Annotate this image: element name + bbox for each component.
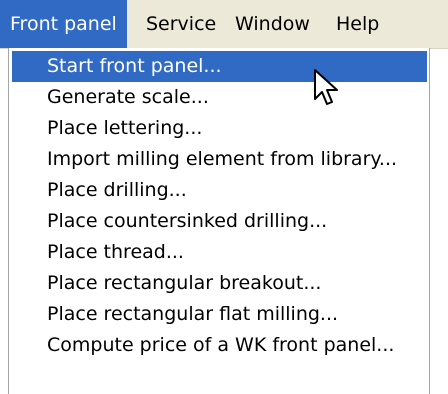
menu-item-place-drilling[interactable]: Place drilling...	[12, 175, 427, 206]
menu-bar: Front panel Service Window Help	[0, 0, 448, 49]
menu-item-place-rectangular-flat-milling[interactable]: Place rectangular flat milling...	[12, 299, 427, 330]
menu-item-place-thread[interactable]: Place thread...	[12, 237, 427, 268]
menu-item-generate-scale[interactable]: Generate scale...	[12, 82, 427, 113]
menu-item-start-front-panel[interactable]: Start front panel...	[12, 51, 427, 82]
menu-item-place-rectangular-breakout[interactable]: Place rectangular breakout...	[12, 268, 427, 299]
menu-item-place-lettering[interactable]: Place lettering...	[12, 113, 427, 144]
menu-item-compute-price[interactable]: Compute price of a WK front panel...	[12, 330, 427, 361]
menu-window[interactable]: Window	[225, 0, 320, 48]
menu-item-import-milling-element[interactable]: Import milling element from library...	[12, 144, 427, 175]
menu-help[interactable]: Help	[326, 0, 389, 48]
arrow-cursor-icon	[314, 69, 338, 105]
menu-service[interactable]: Service	[136, 0, 226, 48]
front-panel-dropdown-menu: Start front panel... Generate scale... P…	[8, 48, 430, 394]
menu-item-place-countersinked-drilling[interactable]: Place countersinked drilling...	[12, 206, 427, 237]
menu-front-panel[interactable]: Front panel	[0, 0, 127, 48]
